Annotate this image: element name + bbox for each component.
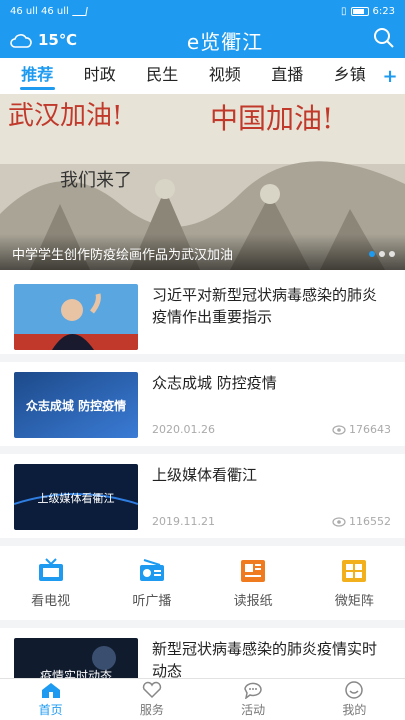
cloud-icon — [10, 33, 32, 48]
temperature: 15℃ — [38, 31, 78, 49]
eye-icon — [332, 516, 346, 527]
nav-label: 活动 — [241, 703, 266, 717]
news-item[interactable]: 众志成城 防控疫情 众志成城 防控疫情 2020.01.26 176643 — [0, 362, 405, 454]
nav-label: 服务 — [139, 703, 164, 717]
tv-icon — [38, 557, 63, 581]
chat-icon — [244, 682, 262, 699]
home-icon — [41, 683, 60, 698]
news-title: 上级媒体看衢江 — [152, 466, 258, 484]
category-tabs: 推荐 时政 民生 视频 直播 乡镇 + — [0, 58, 405, 94]
news-meta: 2019.11.21 116552 — [152, 515, 391, 528]
matrix-icon — [342, 559, 367, 582]
newspaper-icon — [241, 559, 266, 582]
service-label: 听广播 — [132, 593, 172, 609]
app-title: e览衢江 — [186, 29, 264, 54]
carousel-indicator — [369, 251, 395, 257]
service-matrix[interactable]: 微矩阵 — [304, 558, 405, 609]
status-time: 6:23 — [372, 5, 395, 17]
wifi-icon — [71, 6, 88, 16]
carousel-dot — [369, 251, 375, 257]
news-views: 116552 — [332, 515, 391, 528]
banner-caption: 中学学生创作防疫绘画作品为武汉加油 — [0, 234, 405, 270]
app-bar: 15℃ e览衢江 — [0, 22, 405, 58]
status-right: ▯ 6:23 — [341, 6, 395, 17]
nav-label: 首页 — [38, 703, 63, 717]
news-content: 众志成城 防控疫情 2020.01.26 176643 — [138, 372, 391, 436]
news-thumbnail — [14, 284, 138, 350]
news-title: 众志成城 防控疫情 — [152, 374, 277, 392]
tab-video[interactable]: 视频 — [194, 58, 257, 94]
status-bar: 46 ull 46 ull ▯ 6:23 — [0, 0, 405, 22]
search-button[interactable] — [373, 27, 395, 53]
service-label: 读报纸 — [233, 593, 273, 609]
vibrate-icon: ▯ — [341, 5, 347, 17]
eye-icon — [332, 424, 346, 435]
carousel-dot — [389, 251, 395, 257]
news-date: 2020.01.26 — [152, 423, 215, 436]
weather-widget[interactable]: 15℃ — [10, 31, 77, 49]
tab-politics[interactable]: 时政 — [69, 58, 132, 94]
banner-art-text-2: 中国加油! — [210, 102, 333, 135]
signal-text: 46 ull 46 ull — [10, 5, 69, 17]
banner-art-text-3: 我们来了 — [60, 170, 132, 191]
search-icon — [373, 28, 394, 48]
nav-home[interactable]: 首页 — [0, 679, 101, 720]
status-left: 46 ull 46 ull — [10, 5, 88, 17]
banner-carousel[interactable]: 武汉加油! 中国加油! 我们来了 中学学生创作防疫绘画作品为武汉加油 — [0, 94, 405, 270]
thumb-text: 上级媒体看衢江 — [38, 491, 115, 505]
tab-live[interactable]: 直播 — [256, 58, 319, 94]
news-title: 新型冠状病毒感染的肺炎疫情实时动态 — [152, 640, 378, 680]
thumb-text: 众志成城 防控疫情 — [26, 398, 126, 413]
nav-profile[interactable]: 我的 — [304, 679, 405, 720]
views-count: 116552 — [349, 515, 391, 528]
radio-icon — [139, 558, 164, 581]
news-content: 上级媒体看衢江 2019.11.21 116552 — [138, 464, 391, 528]
news-date: 2019.11.21 — [152, 515, 215, 528]
news-meta: 2020.01.26 176643 — [152, 423, 391, 436]
tab-livelihood[interactable]: 民生 — [131, 58, 194, 94]
news-thumbnail: 上级媒体看衢江 — [14, 464, 138, 530]
battery-icon — [350, 6, 369, 16]
service-newspaper[interactable]: 读报纸 — [203, 558, 304, 609]
banner-art-text-1: 武汉加油! — [8, 101, 122, 131]
tab-recommend[interactable]: 推荐 — [6, 58, 69, 94]
service-label: 微矩阵 — [334, 593, 374, 609]
services-row: 看电视 听广播 读报纸 微矩阵 — [0, 546, 405, 628]
nav-label: 我的 — [342, 703, 367, 717]
nav-services[interactable]: 服务 — [101, 679, 202, 720]
add-tab-button[interactable]: + — [381, 66, 399, 87]
views-count: 176643 — [349, 423, 391, 436]
smile-icon — [345, 681, 364, 699]
heart-icon — [142, 681, 162, 699]
service-radio[interactable]: 听广播 — [101, 558, 202, 609]
tab-towns[interactable]: 乡镇 — [319, 58, 382, 94]
nav-activities[interactable]: 活动 — [203, 679, 304, 720]
service-label: 看电视 — [31, 593, 71, 609]
carousel-dot — [379, 251, 385, 257]
news-item[interactable]: 上级媒体看衢江 上级媒体看衢江 2019.11.21 116552 — [0, 454, 405, 546]
news-views: 176643 — [332, 423, 391, 436]
news-thumbnail: 众志成城 防控疫情 — [14, 372, 138, 438]
service-tv[interactable]: 看电视 — [0, 557, 101, 609]
news-item[interactable]: 习近平对新型冠状病毒感染的肺炎疫情作出重要指示 — [0, 270, 405, 362]
bottom-nav: 首页 服务 活动 我的 — [0, 678, 405, 720]
news-title: 习近平对新型冠状病毒感染的肺炎疫情作出重要指示 — [152, 286, 378, 326]
news-feed: 习近平对新型冠状病毒感染的肺炎疫情作出重要指示 众志成城 防控疫情 众志成城 防… — [0, 270, 405, 546]
news-content: 习近平对新型冠状病毒感染的肺炎疫情作出重要指示 — [138, 284, 391, 344]
